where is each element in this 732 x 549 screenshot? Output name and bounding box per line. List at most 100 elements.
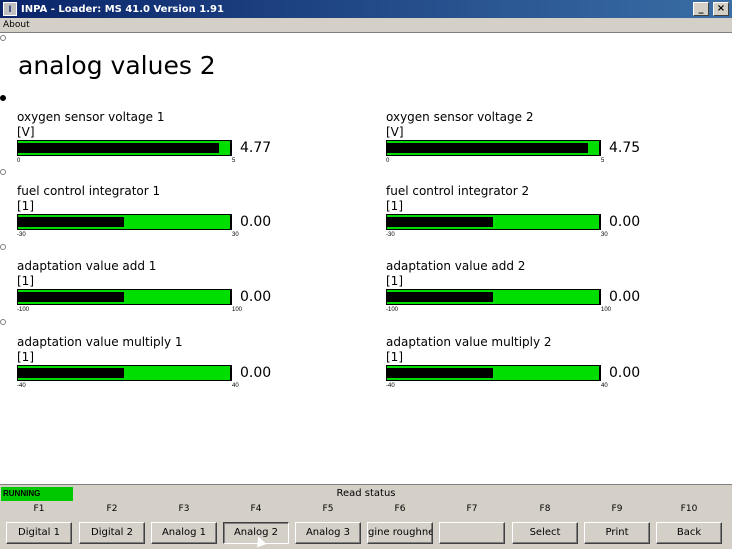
gauge-value: 0.00 <box>240 289 272 305</box>
gauge-max: 30 <box>601 232 608 238</box>
fkey-f8: F8 Select <box>509 502 581 549</box>
gauge-fill <box>18 368 124 378</box>
row-marker-icon[interactable] <box>0 319 6 325</box>
gauge-fill <box>18 143 220 153</box>
gauge-fill <box>387 217 493 227</box>
gauge-unit: [V] <box>386 125 404 139</box>
gauge-label: adaptation value add 1 <box>17 259 157 273</box>
gauge-min: -30 <box>386 232 395 238</box>
gauge-adaptation-multiply-1: adaptation value multiply 1 [1] 0.00 -40… <box>17 335 317 405</box>
gauge-fill <box>387 368 493 378</box>
row-marker-active-icon[interactable] <box>0 95 6 101</box>
fkey-label: F9 <box>611 504 623 514</box>
fkey-label: F8 <box>539 504 551 514</box>
f7-button[interactable] <box>439 522 505 544</box>
fkey-label: F10 <box>680 504 698 514</box>
gauge-fuel-control-2: fuel control integrator 2 [1] 0.00 -30 3… <box>386 184 686 254</box>
gauge-bar <box>17 140 232 156</box>
select-button[interactable]: Select <box>512 522 578 544</box>
page-title: analog values 2 <box>18 51 216 80</box>
gauge-bar <box>386 289 601 305</box>
gauge-min: 0 <box>17 158 21 164</box>
gauge-max: 5 <box>232 158 236 164</box>
inpa-window: I INPA - Loader: MS 41.0 Version 1.91 _ … <box>0 0 732 549</box>
gauge-unit: [1] <box>386 199 403 213</box>
fkey-f3: F3 Analog 1 <box>148 502 220 549</box>
gauge-value: 4.75 <box>609 140 641 156</box>
gauge-label: oxygen sensor voltage 1 <box>17 110 165 124</box>
gauge-bar <box>386 140 601 156</box>
gauge-max: 30 <box>232 232 239 238</box>
gauge-fill <box>18 292 124 302</box>
gauge-max: 40 <box>601 383 608 389</box>
row-marker-icon[interactable] <box>0 244 6 250</box>
gauge-unit: [1] <box>386 350 403 364</box>
fkey-label: F5 <box>322 504 334 514</box>
gauge-adaptation-add-1: adaptation value add 1 [1] 0.00 -100 100 <box>17 259 317 329</box>
app-icon: I <box>3 2 17 16</box>
gauge-max: 100 <box>232 307 243 313</box>
menu-bar: About <box>0 18 732 32</box>
row-marker-icon[interactable] <box>0 169 6 175</box>
gauge-value: 4.77 <box>240 140 272 156</box>
main-content: analog values 2 oxygen sensor voltage 1 … <box>0 32 732 484</box>
gauge-label: fuel control integrator 1 <box>17 184 161 198</box>
fkey-f2: F2 Digital 2 <box>76 502 148 549</box>
menu-about[interactable]: About <box>3 20 30 30</box>
fkey-f9: F9 Print <box>581 502 653 549</box>
gauge-value: 0.00 <box>240 214 272 230</box>
fkey-f7: F7 <box>436 502 508 549</box>
gauge-bar <box>17 365 232 381</box>
gauge-value: 0.00 <box>609 365 641 381</box>
fkey-label: F6 <box>394 504 406 514</box>
digital-1-button[interactable]: Digital 1 <box>6 522 72 544</box>
title-bar[interactable]: I INPA - Loader: MS 41.0 Version 1.91 _ … <box>0 0 732 18</box>
engine-roughness-button[interactable]: gine roughne <box>367 522 433 544</box>
minimize-button[interactable]: _ <box>693 2 709 16</box>
close-button[interactable]: × <box>713 2 729 16</box>
gauge-bar <box>17 214 232 230</box>
gauge-min: 0 <box>386 158 390 164</box>
gauge-unit: [1] <box>17 199 34 213</box>
gauge-bar <box>17 289 232 305</box>
digital-2-button[interactable]: Digital 2 <box>79 522 145 544</box>
gauge-min: -40 <box>17 383 26 389</box>
gauge-bar <box>386 365 601 381</box>
gauge-fill <box>18 217 124 227</box>
gauge-label: adaptation value add 2 <box>386 259 526 273</box>
gauge-max: 100 <box>601 307 612 313</box>
gauge-max: 40 <box>232 383 239 389</box>
gauge-adaptation-add-2: adaptation value add 2 [1] 0.00 -100 100 <box>386 259 686 329</box>
gauge-value: 0.00 <box>609 289 641 305</box>
analog-1-button[interactable]: Analog 1 <box>151 522 217 544</box>
gauge-unit: [1] <box>17 350 34 364</box>
fkey-label: F3 <box>178 504 190 514</box>
print-button[interactable]: Print <box>584 522 650 544</box>
gauge-min: -40 <box>386 383 395 389</box>
fkey-f6: F6 gine roughne <box>364 502 436 549</box>
fkey-label: F2 <box>106 504 118 514</box>
gauge-oxygen-sensor-2: oxygen sensor voltage 2 [V] 4.75 0 5 <box>386 110 686 180</box>
gauge-min: -100 <box>386 307 399 313</box>
fkey-f1: F1 Digital 1 <box>3 502 75 549</box>
status-bar: RUNNING Read status <box>0 484 732 501</box>
gauge-fuel-control-1: fuel control integrator 1 [1] 0.00 -30 3… <box>17 184 317 254</box>
gauge-unit: [V] <box>17 125 35 139</box>
gauge-value: 0.00 <box>609 214 641 230</box>
fkey-label: F4 <box>250 504 262 514</box>
gauge-label: adaptation value multiply 2 <box>386 335 552 349</box>
gauge-fill <box>387 292 493 302</box>
row-marker-icon[interactable] <box>0 35 6 41</box>
window-title: INPA - Loader: MS 41.0 Version 1.91 <box>21 3 224 15</box>
gauge-label: fuel control integrator 2 <box>386 184 530 198</box>
gauge-min: -30 <box>17 232 26 238</box>
gauge-adaptation-multiply-2: adaptation value multiply 2 [1] 0.00 -40… <box>386 335 686 405</box>
gauge-value: 0.00 <box>240 365 272 381</box>
analog-3-button[interactable]: Analog 3 <box>295 522 361 544</box>
function-key-bar: F1 Digital 1 F2 Digital 2 F3 Analog 1 F4… <box>0 502 732 549</box>
gauge-oxygen-sensor-1: oxygen sensor voltage 1 [V] 4.77 0 5 <box>17 110 317 180</box>
status-text: Read status <box>336 488 396 499</box>
fkey-f5: F5 Analog 3 <box>292 502 364 549</box>
back-button[interactable]: Back <box>656 522 722 544</box>
gauge-unit: [1] <box>386 274 403 288</box>
